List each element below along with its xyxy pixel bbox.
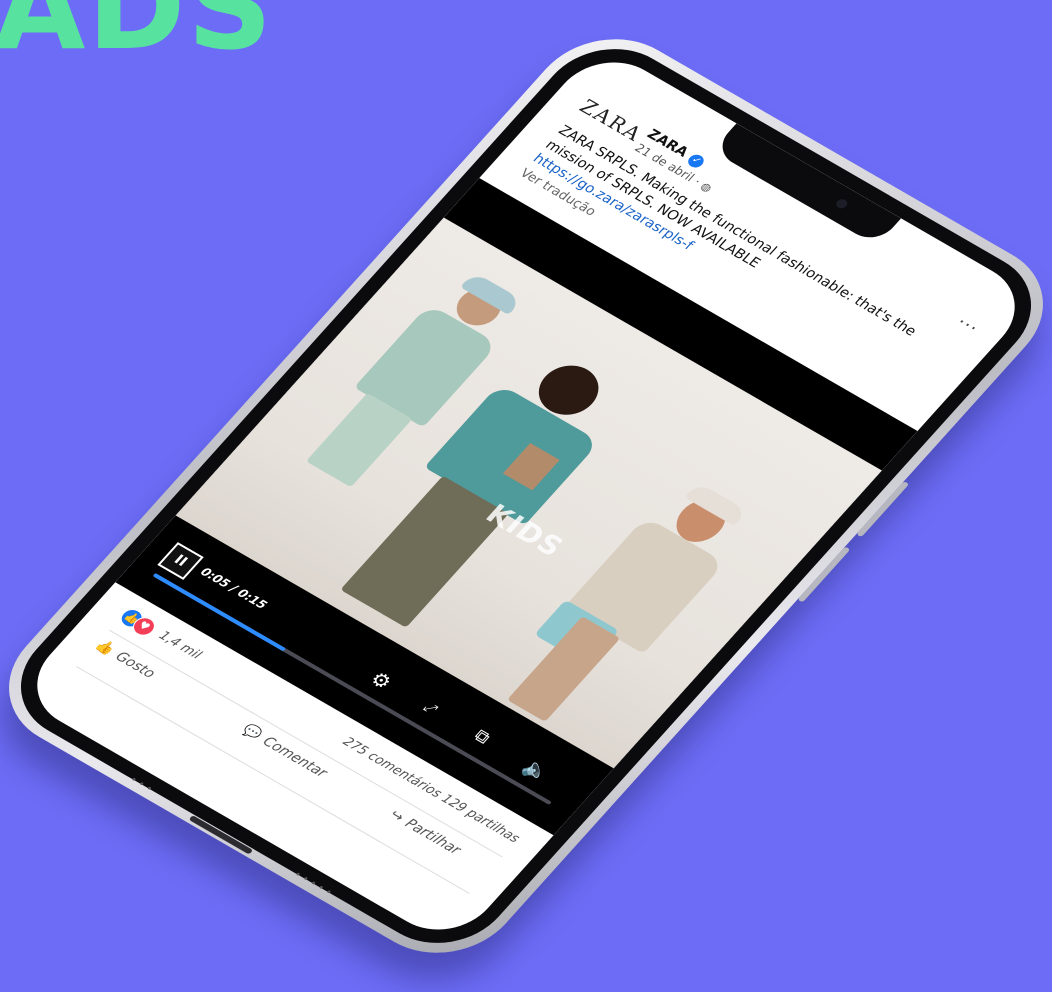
expand-icon[interactable]: ⤢ — [420, 700, 441, 718]
video-frame: KIDS — [175, 217, 882, 769]
more-options-icon[interactable]: ... — [955, 309, 987, 335]
pause-button[interactable]: II — [157, 542, 204, 580]
camera-dot — [834, 197, 850, 211]
ads-headline: ADS — [0, 0, 275, 76]
share-label: Partilhar — [401, 816, 464, 858]
reaction-count[interactable]: 1,4 mil — [155, 629, 204, 663]
thumbs-up-icon: 👍 — [91, 637, 118, 659]
picture-in-picture-icon[interactable]: ⧉ — [469, 726, 495, 748]
like-button[interactable]: 👍Gosto — [92, 637, 159, 681]
comment-icon: 💬 — [238, 722, 265, 744]
gear-icon[interactable]: ⚙ — [365, 667, 397, 694]
globe-icon: ◍ — [697, 179, 715, 195]
volume-icon[interactable]: 🔈 — [518, 755, 556, 786]
share-icon: ↪ — [386, 807, 408, 826]
